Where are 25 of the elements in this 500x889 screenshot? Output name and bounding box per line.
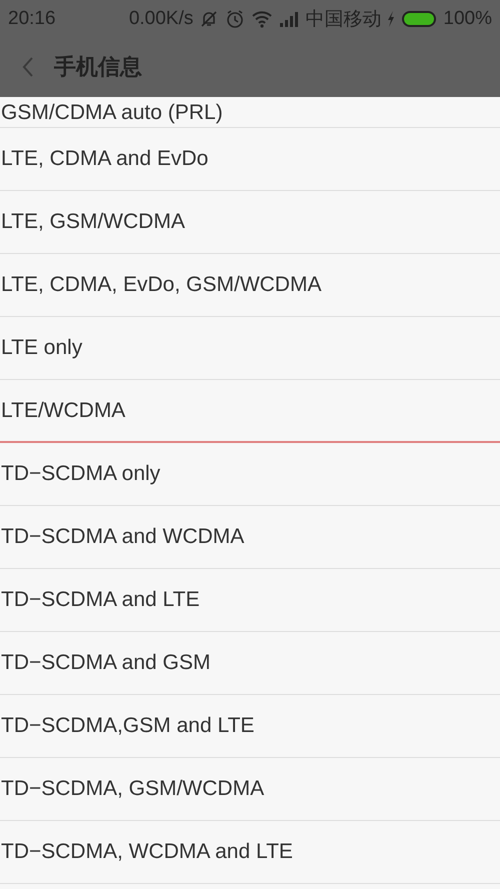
alarm-icon bbox=[225, 8, 246, 28]
network-mode-option[interactable]: LTE, CDMA, EvDo, GSM/WCDMA bbox=[0, 254, 500, 317]
network-mode-option[interactable]: TD−SCDMA only bbox=[0, 443, 500, 506]
network-mode-option[interactable]: TD−SCDMA,GSM and LTE bbox=[0, 695, 500, 758]
battery-percent: 100% bbox=[443, 8, 492, 30]
network-speed: 0.00K/s bbox=[128, 8, 194, 30]
wifi-icon bbox=[251, 10, 274, 28]
network-mode-option[interactable]: LTE, CDMA and EvDo bbox=[0, 128, 500, 191]
network-mode-option[interactable]: LTE/WCDMA bbox=[0, 380, 500, 443]
network-mode-option[interactable]: TD−SCDMA, GSM/WCDMA bbox=[0, 758, 500, 821]
network-mode-option[interactable]: LTE, GSM/WCDMA bbox=[0, 191, 500, 254]
status-time: 20:16 bbox=[8, 8, 57, 30]
network-mode-option[interactable]: GSM/CDMA auto (PRL) bbox=[0, 97, 500, 128]
network-mode-option[interactable]: TD−SCDMA and WCDMA bbox=[0, 506, 500, 569]
muted-bell-icon bbox=[199, 8, 220, 28]
network-mode-option[interactable]: TD−SCDMA and LTE bbox=[0, 569, 500, 632]
network-mode-option[interactable]: LTE only bbox=[0, 317, 500, 380]
network-mode-option[interactable]: TD−SCDMA and GSM bbox=[0, 632, 500, 695]
page-title: 手机信息 bbox=[54, 53, 142, 81]
signal-icon bbox=[279, 10, 300, 28]
network-mode-option[interactable]: TD−SCDMA, WCDMA and LTE bbox=[0, 821, 500, 884]
carrier-name: 中国移动 bbox=[305, 8, 382, 32]
charging-bolt-icon bbox=[387, 10, 396, 26]
battery-icon bbox=[401, 10, 438, 28]
back-icon[interactable] bbox=[22, 56, 34, 78]
